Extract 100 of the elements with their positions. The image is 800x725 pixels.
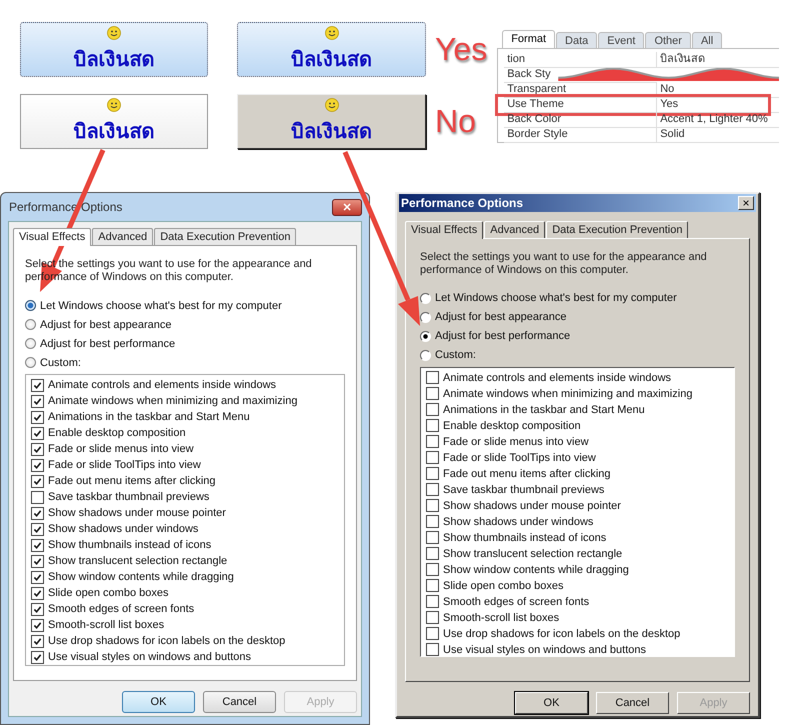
checkbox-label[interactable]: Smooth-scroll list boxes [443, 612, 560, 624]
tab[interactable]: Data Execution Prevention [546, 220, 688, 238]
checkbox[interactable] [31, 474, 44, 488]
checkbox-label[interactable]: Animations in the taskbar and Start Menu [48, 411, 250, 423]
checkbox[interactable] [31, 458, 44, 472]
checkbox[interactable] [426, 499, 439, 512]
checkbox[interactable] [31, 554, 44, 568]
checkbox[interactable] [31, 602, 44, 616]
radio-label[interactable]: Adjust for best appearance [40, 318, 172, 330]
checkbox[interactable] [426, 435, 439, 448]
tab[interactable]: Visual Effects [13, 228, 92, 246]
checkbox-label[interactable]: Show shadows under windows [443, 516, 594, 528]
checkbox-label[interactable]: Use visual styles on windows and buttons [48, 651, 251, 663]
radio-label[interactable]: Let Windows choose what's best for my computer [435, 292, 677, 304]
dialog-button[interactable]: OK [122, 691, 195, 713]
checkbox-label[interactable]: Use visual styles on windows and buttons [443, 644, 646, 656]
checkbox[interactable] [426, 483, 439, 496]
property-tab[interactable]: Event [598, 32, 644, 48]
checkbox-label[interactable]: Show translucent selection rectangle [443, 548, 622, 560]
dialog-button[interactable]: Cancel [596, 692, 669, 714]
checkbox[interactable] [31, 586, 44, 600]
radio-label[interactable]: Custom: [435, 349, 476, 362]
checkbox[interactable] [31, 538, 44, 552]
checkbox[interactable] [426, 643, 439, 656]
checkbox[interactable] [426, 595, 439, 608]
checkbox[interactable] [426, 531, 439, 544]
checkbox-label[interactable]: Slide open combo boxes [443, 580, 564, 592]
checkbox[interactable] [31, 394, 44, 408]
checkbox[interactable] [31, 522, 44, 536]
checkbox-label[interactable]: Show shadows under mouse pointer [443, 500, 621, 512]
checkbox-label[interactable]: Use drop shadows for icon labels on the desktop [48, 635, 286, 647]
tab[interactable]: Advanced [484, 220, 546, 238]
checkbox[interactable] [426, 419, 439, 432]
radio-label[interactable]: Let Windows choose what's best for my computer [40, 300, 282, 312]
property-tab[interactable]: Format [502, 30, 556, 49]
checkbox[interactable] [31, 490, 44, 504]
checkbox-label[interactable]: Fade or slide menus into view [443, 436, 589, 448]
property-tab[interactable]: Other [645, 32, 691, 48]
checkbox[interactable] [426, 371, 439, 384]
checkbox-label[interactable]: Smooth-scroll list boxes [48, 619, 164, 631]
checkbox-label[interactable]: Fade out menu items after clicking [48, 475, 216, 487]
radio-label[interactable]: Adjust for best performance [40, 338, 176, 350]
checkbox[interactable] [31, 410, 44, 424]
dialog-button[interactable]: Cancel [203, 691, 276, 713]
checkbox[interactable] [426, 387, 439, 400]
tab[interactable]: Advanced [92, 228, 154, 245]
dialog-button[interactable]: OK [515, 692, 588, 714]
checkbox[interactable] [31, 506, 44, 520]
form-button[interactable]: บิลเงินสด [20, 94, 208, 149]
checkbox-label[interactable]: Fade or slide menus into view [48, 443, 194, 455]
checkbox[interactable] [426, 515, 439, 528]
checkbox[interactable] [426, 451, 439, 464]
checkbox-label[interactable]: Show shadows under mouse pointer [48, 507, 226, 519]
close-button[interactable]: × [738, 196, 754, 210]
radio-label[interactable]: Adjust for best performance [435, 330, 570, 342]
checkbox-label[interactable]: Slide open combo boxes [48, 587, 168, 599]
checkbox[interactable] [31, 378, 44, 392]
checkbox-label[interactable]: Animate controls and elements inside windows [48, 379, 276, 391]
checkbox-label[interactable]: Show shadows under windows [48, 523, 198, 535]
radio-button[interactable] [25, 357, 36, 368]
form-button[interactable]: บิลเงินสด [237, 94, 426, 149]
checkbox-label[interactable]: Save taskbar thumbnail previews [443, 484, 604, 496]
property-value[interactable]: Accent 1, Lighter 40% [656, 112, 780, 128]
radio-button[interactable] [25, 300, 36, 311]
close-button[interactable]: ✕ [332, 198, 362, 216]
checkbox-label[interactable]: Show window contents while dragging [443, 564, 629, 576]
checkbox-label[interactable]: Save taskbar thumbnail previews [48, 491, 210, 503]
checkbox-label[interactable]: Show window contents while dragging [48, 571, 234, 583]
radio-button[interactable] [25, 319, 36, 330]
checkbox[interactable] [426, 579, 439, 592]
checkbox[interactable] [31, 650, 44, 664]
checkbox[interactable] [31, 634, 44, 648]
property-value[interactable]: Yes [656, 97, 780, 113]
radio-label[interactable]: Custom: [40, 356, 81, 368]
radio-label[interactable]: Adjust for best appearance [435, 311, 566, 324]
checkbox-label[interactable]: Animate windows when minimizing and maximizing [443, 388, 692, 400]
checkbox-label[interactable]: Fade or slide ToolTips into view [443, 452, 596, 464]
checkbox[interactable] [426, 627, 439, 640]
checkbox-label[interactable]: Animate windows when minimizing and maximizing [48, 395, 298, 407]
checkbox[interactable] [31, 442, 44, 456]
checkbox-label[interactable]: Fade or slide ToolTips into view [48, 459, 201, 471]
checkbox[interactable] [31, 426, 44, 440]
checkbox[interactable] [426, 467, 439, 480]
radio-button[interactable] [420, 330, 431, 342]
checkbox-label[interactable]: Smooth edges of screen fonts [48, 603, 194, 615]
checkbox-label[interactable]: Animations in the taskbar and Start Menu [443, 404, 645, 416]
radio-button[interactable] [420, 350, 431, 361]
property-tab[interactable]: Data [556, 32, 598, 48]
checkbox[interactable] [426, 547, 439, 560]
checkbox-label[interactable]: Show thumbnails instead of icons [48, 539, 212, 551]
checkbox-label[interactable]: Show translucent selection rectangle [48, 555, 228, 567]
checkbox[interactable] [426, 611, 439, 624]
checkbox-label[interactable]: Use drop shadows for icon labels on the desktop [443, 628, 680, 640]
property-value[interactable]: No [656, 82, 780, 98]
radio-button[interactable] [420, 292, 431, 304]
checkbox-label[interactable]: Animate controls and elements inside windows [443, 372, 672, 384]
property-value[interactable]: บิลเงินสด [656, 52, 780, 68]
checkbox-label[interactable]: Enable desktop composition [48, 427, 186, 439]
checkbox-label[interactable]: Enable desktop composition [443, 420, 581, 432]
form-button[interactable]: บิลเงินสด [237, 22, 426, 77]
